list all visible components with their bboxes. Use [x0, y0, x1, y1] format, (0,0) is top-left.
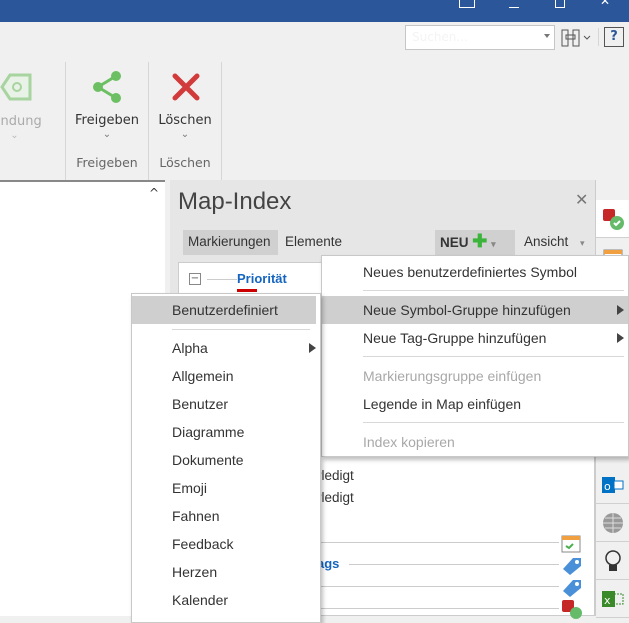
chevron-down-icon[interactable]	[544, 34, 550, 41]
menu-item-label: Legende in Map einfügen	[363, 396, 522, 412]
view-label: Ansicht	[524, 234, 569, 249]
title-bar: ✕	[0, 0, 629, 22]
svg-text:o: o	[604, 480, 611, 493]
submenu-item[interactable]: Benutzer	[132, 390, 320, 418]
binoculars-button[interactable]	[560, 26, 594, 48]
menu-item-label: Dokumente	[172, 452, 244, 468]
share-button[interactable]: Freigeben ⌄	[66, 62, 148, 152]
menu-item-new-symbol-group[interactable]: Neue Symbol-Gruppe hinzufügen	[322, 296, 628, 324]
new-button[interactable]: NEU ✚ ▾	[435, 230, 515, 255]
ribbon: Suchen... ? randung ⌄ Freigeben ⌄ Freige…	[0, 22, 629, 194]
chevron-down-icon: ⌄	[180, 129, 190, 140]
tag-add-icon	[0, 73, 32, 101]
menu-item-label: Neue Symbol-Gruppe hinzufügen	[363, 302, 571, 318]
menu-item-label: Neues benutzerdefiniertes Symbol	[363, 264, 578, 280]
border-button[interactable]: randung ⌄	[0, 62, 65, 148]
group-priority[interactable]: Priorität	[237, 271, 287, 286]
submenu-item[interactable]: Allgemein	[132, 362, 320, 390]
help-button[interactable]: ?	[604, 27, 624, 47]
menu-item-label: Fahnen	[172, 508, 220, 524]
tab-web[interactable]	[596, 504, 629, 542]
collapse-icon[interactable]: −	[189, 273, 201, 285]
delete-group-label: Löschen	[159, 155, 211, 170]
border-button-label: randung	[0, 114, 42, 129]
menu-item-label: Herzen	[172, 564, 218, 580]
menu-item-insert-legend[interactable]: Legende in Map einfügen	[322, 390, 628, 418]
excel-icon: x	[602, 590, 624, 607]
new-dropdown-menu: Neues benutzerdefiniertes Symbol Neue Sy…	[321, 255, 629, 457]
menu-item-copy-index: Index kopieren	[322, 428, 628, 456]
panel-title: Map-Index	[178, 188, 292, 215]
tag-icon[interactable]	[561, 555, 583, 575]
calendar-add-icon[interactable]	[561, 533, 583, 555]
search-input[interactable]: Suchen...	[405, 25, 555, 50]
new-button-label: NEU	[440, 235, 469, 250]
tab-outlook[interactable]: o	[596, 466, 629, 504]
submenu-item[interactable]: Emoji	[132, 474, 320, 502]
menu-item-new-tag-group[interactable]: Neue Tag-Gruppe hinzufügen	[322, 324, 628, 352]
submenu-item[interactable]: Fahnen	[132, 502, 320, 530]
menu-item-label: Allgemein	[172, 368, 234, 384]
submenu-arrow-icon	[309, 343, 316, 353]
priority-marker	[237, 289, 257, 292]
share-icon	[93, 71, 121, 103]
menu-item-label: Emoji	[172, 480, 208, 496]
priority-done-icon[interactable]	[561, 599, 583, 619]
tab-map-index[interactable]	[596, 200, 629, 238]
svg-text:x: x	[604, 594, 611, 607]
tab-elemente[interactable]: Elemente	[280, 230, 347, 255]
menu-item-label: Index kopieren	[363, 434, 455, 450]
submenu-item[interactable]: Herzen	[132, 558, 320, 586]
submenu-item[interactable]: Diagramme	[132, 418, 320, 446]
menu-item-label: Benutzer	[172, 396, 229, 412]
tab-markierungen[interactable]: Markierungen	[183, 230, 278, 255]
share-group-label: Freigeben	[76, 155, 138, 170]
minimize-icon[interactable]	[509, 0, 519, 8]
view-button[interactable]: Ansicht ▾	[519, 230, 590, 255]
delete-button[interactable]: Löschen ⌄	[149, 62, 221, 152]
lightbulb-icon	[605, 549, 621, 571]
share-button-label: Freigeben	[75, 113, 139, 128]
menu-item-label: Markierungsgruppe einfügen	[363, 368, 542, 384]
menu-item-label: Diagramme	[172, 424, 245, 440]
tab-excel[interactable]: x	[596, 580, 629, 618]
ribbon-display-options-icon[interactable]	[459, 0, 475, 8]
submenu-item[interactable]: Kalender	[132, 586, 320, 614]
menu-item-label: Feedback	[172, 536, 234, 552]
submenu-item-custom[interactable]: Benutzerdefiniert	[132, 296, 316, 324]
submenu-item-alpha[interactable]: Alpha	[132, 334, 320, 362]
chevron-down-icon: ⌄	[102, 129, 112, 140]
menu-item-insert-marker-group: Markierungsgruppe einfügen	[322, 362, 628, 390]
priority-done-icon	[603, 208, 624, 230]
menu-item-label: Benutzerdefiniert	[172, 302, 278, 318]
search-placeholder: Suchen...	[412, 30, 468, 44]
menu-item-label: Kalender	[172, 592, 229, 608]
submenu-arrow-icon	[617, 333, 624, 343]
close-panel-icon[interactable]: ✕	[575, 190, 588, 209]
scroll-up-button[interactable]: ^	[146, 186, 162, 202]
tab-ideas[interactable]	[596, 542, 629, 580]
plus-icon: ✚	[472, 231, 488, 251]
delete-button-label: Löschen	[158, 113, 212, 128]
submenu-item[interactable]: Feedback	[132, 530, 320, 558]
chevron-down-icon: ▾	[580, 238, 585, 248]
submenu-item[interactable]: Dokumente	[132, 446, 320, 474]
list-item[interactable]: rledigt	[317, 490, 354, 505]
delete-x-icon	[172, 73, 200, 101]
outlook-icon: o	[602, 476, 624, 493]
chevron-down-icon: ▾	[491, 239, 496, 249]
menu-item-new-custom-symbol[interactable]: Neues benutzerdefiniertes Symbol	[322, 258, 628, 286]
submenu-arrow-icon	[617, 305, 624, 315]
close-window-icon[interactable]: ✕	[600, 0, 610, 8]
chevron-down-icon: ⌄	[10, 130, 19, 141]
globe-icon	[603, 512, 623, 533]
menu-item-label: Alpha	[172, 340, 208, 356]
menu-item-label: Neue Tag-Gruppe hinzufügen	[363, 330, 547, 346]
symbol-group-submenu: Benutzerdefiniert Alpha Allgemein Benutz…	[131, 293, 321, 623]
list-item[interactable]: rledigt	[317, 468, 354, 483]
binoculars-icon	[561, 29, 591, 47]
maximize-icon[interactable]	[555, 0, 565, 8]
tag-icon[interactable]	[561, 577, 583, 597]
